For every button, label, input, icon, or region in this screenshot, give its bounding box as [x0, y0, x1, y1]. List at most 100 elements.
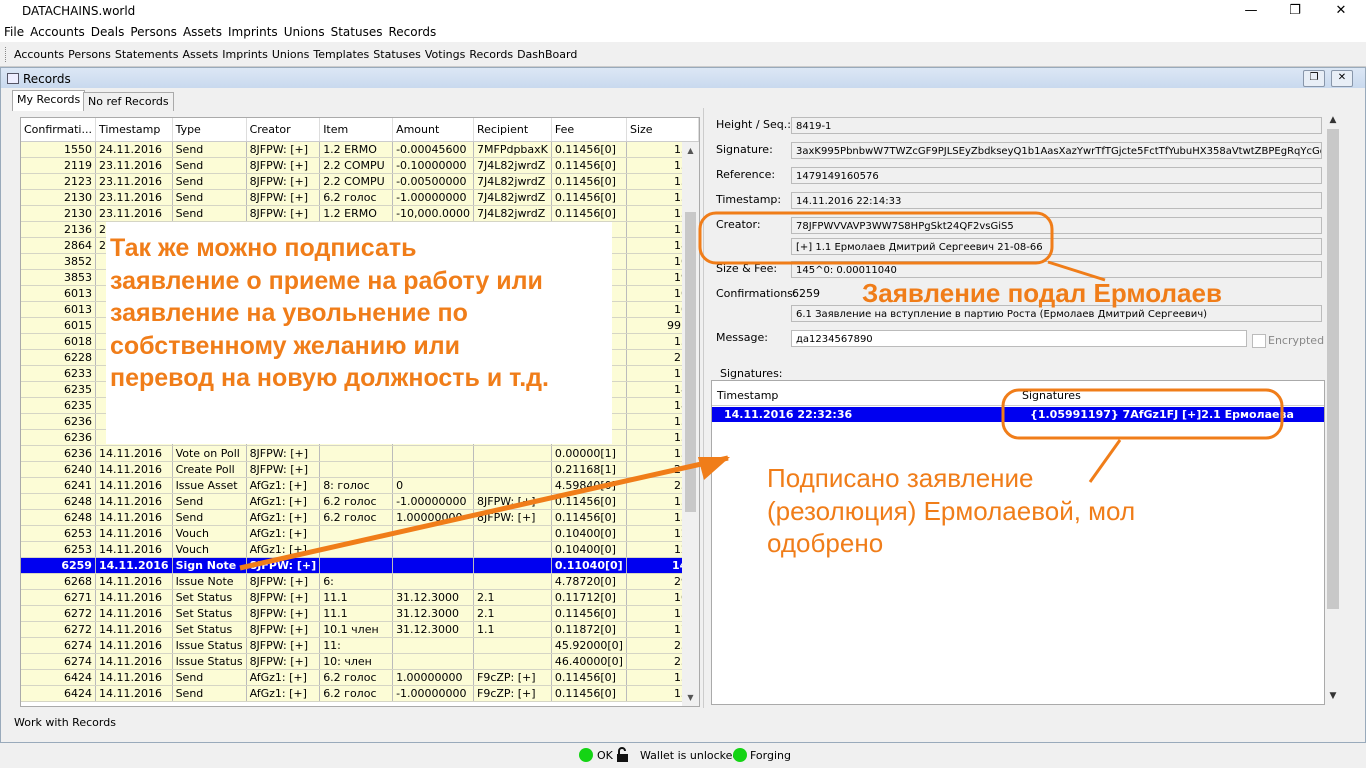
table-row[interactable]: 6274 14.11.2016 Issue Status 8JFPW: [+] 10: … — [21, 653, 699, 670]
table-row[interactable]: 6274 14.11.2016 Issue Status 8JFPW: [+] 11: 4… — [21, 637, 699, 654]
details-scroll-down-icon[interactable]: ▼ — [1326, 691, 1340, 701]
toolbar-unions[interactable]: Unions — [270, 48, 312, 61]
tab-no-ref-records[interactable]: No ref Records — [83, 92, 174, 111]
message-field[interactable]: да1234567890 — [791, 330, 1247, 347]
minimize-button[interactable]: — — [1228, 0, 1274, 24]
details-scroll-up-icon[interactable]: ▲ — [1326, 115, 1340, 125]
table-cell: 6.2 голос — [319, 685, 394, 702]
table-cell — [473, 541, 552, 558]
table-row[interactable]: 6272 14.11.2016 Set Status 8JFPW: [+] 11.1 31… — [21, 605, 699, 622]
details-scroll-thumb[interactable] — [1327, 129, 1339, 609]
table-row[interactable]: 6248 14.11.2016 Send AfGz1: [+] 6.2 голос -1.… — [21, 493, 699, 510]
table-row[interactable]: 6424 14.11.2016 Send AfGz1: [+] 6.2 голос 1.0… — [21, 669, 699, 686]
table-row[interactable]: 6241 14.11.2016 Issue Asset AfGz1: [+] 8: го… — [21, 477, 699, 494]
toolbar-accounts[interactable]: Accounts — [12, 48, 66, 61]
table-row[interactable]: 625314.11.2016VouchAfGz1: [+]0.10400[0]1… — [21, 541, 699, 558]
encrypted-checkbox[interactable] — [1252, 334, 1266, 348]
maximize-button[interactable]: ❐ — [1272, 0, 1318, 24]
sig-col-signatures[interactable]: Signatures — [1022, 389, 1081, 402]
toolbar-votings[interactable]: Votings — [423, 48, 467, 61]
creator-field[interactable]: 78JFPWVVAVP3WW7S8HPgSkt24QF2vsGiS5 — [791, 217, 1322, 234]
column-header[interactable]: Fee — [551, 118, 627, 142]
table-cell: 2864 — [21, 237, 96, 254]
frame-restore-icon[interactable]: ❐ — [1303, 70, 1325, 87]
tab-my-records[interactable]: My Records — [12, 90, 86, 111]
table-cell: 8JFPW: [+] — [246, 157, 321, 174]
sizefee-field[interactable]: 145^0: 0.00011040 — [791, 261, 1322, 278]
table-cell: Issue Note — [172, 573, 247, 590]
toolbar-dashboard[interactable]: DashBoard — [515, 48, 579, 61]
table-row[interactable]: 6424 14.11.2016 Send AfGz1: [+] 6.2 голос -1.… — [21, 685, 699, 702]
toolbar-records[interactable]: Records — [467, 48, 515, 61]
table-cell — [392, 541, 475, 558]
table-cell: 11.1 — [319, 605, 394, 622]
records-scrollbar[interactable]: ▲ ▼ — [682, 142, 699, 706]
table-row[interactable]: 6271 14.11.2016 Set Status 8JFPW: [+] 11.1 31… — [21, 589, 699, 606]
table-row[interactable]: 625314.11.2016VouchAfGz1: [+]0.10400[0]1… — [21, 525, 699, 542]
column-header[interactable]: Confirmati... — [21, 118, 96, 142]
table-cell: 1550 — [21, 141, 96, 158]
table-cell: 2130 — [21, 189, 96, 206]
table-cell: 23.11.2016 — [95, 205, 173, 222]
reference-field[interactable]: 1479149160576 — [791, 167, 1322, 184]
menu-assets[interactable]: Assets — [180, 24, 225, 40]
menu-imprints[interactable]: Imprints — [225, 24, 281, 40]
table-cell: 8JFPW: [+] — [246, 605, 321, 622]
table-row[interactable]: 1550 24.11.2016 Send 8JFPW: [+] 1.2 ERMO -0.0… — [21, 141, 699, 158]
timestamp-field[interactable]: 14.11.2016 22:14:33 — [791, 192, 1322, 209]
signature-field[interactable]: 3axK995PbnbwW7TWZcGF9PJLSEyZbdkseyQ1b1Aa… — [791, 142, 1322, 159]
frame-close-icon[interactable]: ✕ — [1331, 70, 1353, 87]
table-row[interactable]: 6268 14.11.2016 Issue Note 8JFPW: [+] 6: 4.78… — [21, 573, 699, 590]
toolbar-persons[interactable]: Persons — [66, 48, 113, 61]
table-cell: 8: голос — [319, 477, 394, 494]
table-cell — [473, 477, 552, 494]
menu-deals[interactable]: Deals — [88, 24, 128, 40]
table-cell: 2130 — [21, 205, 96, 222]
table-row[interactable]: 6259 14.11.2016 Sign Note 8JFPW: [+] 0.11040… — [21, 557, 699, 574]
table-row[interactable]: 2119 23.11.2016 Send 8JFPW: [+] 2.2 COMPU -0.… — [21, 157, 699, 174]
menu-file[interactable]: File — [0, 24, 27, 40]
column-header[interactable]: Type — [172, 118, 247, 142]
details-scrollbar[interactable]: ▲ ▼ — [1326, 113, 1340, 703]
unlock-icon[interactable] — [616, 747, 630, 763]
table-cell: 23.11.2016 — [95, 157, 173, 174]
column-header[interactable]: Amount — [392, 118, 475, 142]
toolbar-statuses[interactable]: Statuses — [371, 48, 423, 61]
toolbar-statements[interactable]: Statements — [113, 48, 181, 61]
scroll-up-icon[interactable]: ▲ — [682, 146, 699, 155]
close-button[interactable]: ✕ — [1318, 0, 1364, 24]
column-header[interactable]: Item — [319, 118, 394, 142]
toolbar-templates[interactable]: Templates — [311, 48, 371, 61]
table-row[interactable]: 2130 23.11.2016 Send 8JFPW: [+] 6.2 голос -1.… — [21, 189, 699, 206]
menu-accounts[interactable]: Accounts — [27, 24, 88, 40]
column-header[interactable]: Timestamp — [95, 118, 173, 142]
column-header[interactable]: Recipient — [473, 118, 552, 142]
menu-records[interactable]: Records — [385, 24, 439, 40]
height-field[interactable]: 8419-1 — [791, 117, 1322, 134]
column-header[interactable]: Size — [626, 118, 699, 142]
table-cell — [392, 461, 475, 478]
toolbar-grip[interactable] — [5, 47, 8, 62]
sig-col-timestamp[interactable]: Timestamp — [717, 389, 778, 402]
signature-row[interactable]: 14.11.2016 22:32:36 {1.05991197} 7AfGz1F… — [712, 407, 1324, 422]
table-row[interactable]: 6236 14.11.2016 Vote on Poll 8JFPW: [+] 0.00… — [21, 445, 699, 462]
table-cell: Send — [172, 205, 247, 222]
menu-persons[interactable]: Persons — [127, 24, 180, 40]
column-header[interactable]: Creator — [246, 118, 321, 142]
menu-statuses[interactable]: Statuses — [328, 24, 386, 40]
toolbar-assets[interactable]: Assets — [180, 48, 220, 61]
table-row[interactable]: 2130 23.11.2016 Send 8JFPW: [+] 1.2 ERMO -10,… — [21, 205, 699, 222]
creator-person-field[interactable]: [+] 1.1 Ермолаев Дмитрий Сергеевич 21-08… — [791, 238, 1322, 255]
toolbar-imprints[interactable]: Imprints — [220, 48, 270, 61]
table-cell: Set Status — [172, 605, 247, 622]
panel-splitter[interactable] — [703, 108, 704, 708]
table-row[interactable]: 2123 23.11.2016 Send 8JFPW: [+] 2.2 COMPU -0.… — [21, 173, 699, 190]
table-row[interactable]: 6240 14.11.2016 Create Poll 8JFPW: [+] 0.211… — [21, 461, 699, 478]
table-cell: 6228 — [21, 349, 96, 366]
table-row[interactable]: 6272 14.11.2016 Set Status 8JFPW: [+] 10.1 ч… — [21, 621, 699, 638]
table-row[interactable]: 6248 14.11.2016 Send AfGz1: [+] 6.2 голос 1.0… — [21, 509, 699, 526]
scroll-down-icon[interactable]: ▼ — [682, 693, 699, 702]
records-frame-titlebar: Records ❐ ✕ — [1, 68, 1365, 88]
menu-unions[interactable]: Unions — [281, 24, 328, 40]
scroll-thumb[interactable] — [685, 212, 696, 512]
